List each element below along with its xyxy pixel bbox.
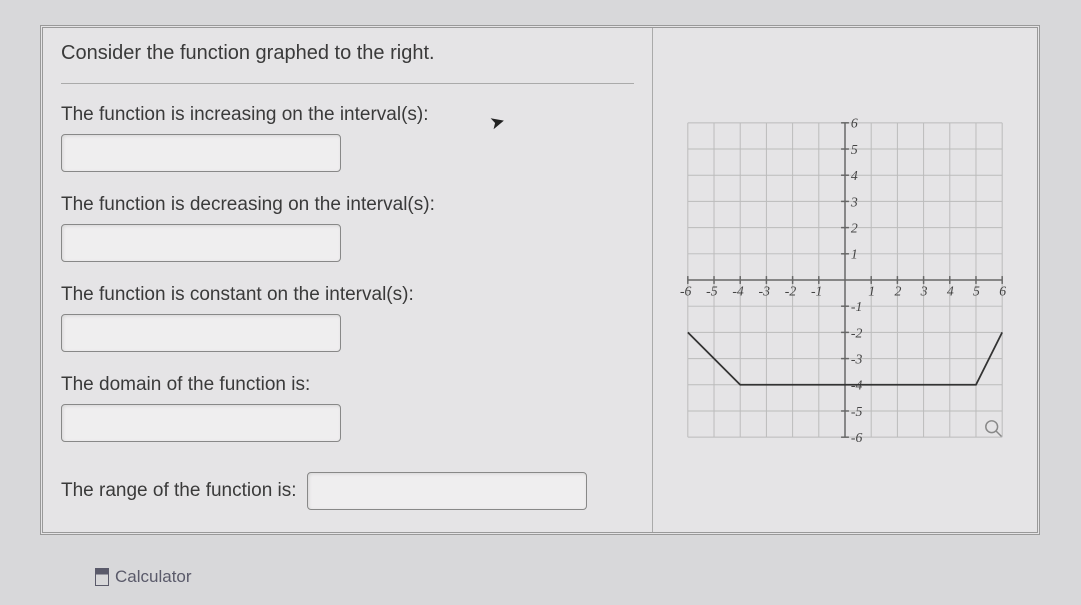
input-constant[interactable]	[61, 314, 341, 352]
label-domain: The domain of the function is:	[61, 374, 634, 396]
label-increasing: The function is increasing on the interv…	[61, 104, 634, 126]
label-constant: The function is constant on the interval…	[61, 284, 634, 306]
svg-text:4: 4	[851, 168, 858, 183]
svg-text:-3: -3	[759, 284, 771, 299]
input-increasing[interactable]	[61, 134, 341, 172]
svg-text:5: 5	[851, 142, 858, 157]
svg-text:2: 2	[851, 221, 858, 236]
svg-text:4: 4	[947, 284, 954, 299]
input-range[interactable]	[307, 472, 587, 510]
svg-text:5: 5	[973, 284, 980, 299]
prompt-text: Consider the function graphed to the rig…	[61, 42, 634, 84]
svg-text:2: 2	[894, 284, 901, 299]
question-domain: The domain of the function is:	[61, 374, 634, 442]
function-graph: -6-5-4-3-2-1123456-6-5-4-3-2-1123456	[678, 58, 1012, 502]
svg-text:-2: -2	[851, 325, 863, 340]
calculator-button[interactable]: Calculator	[95, 567, 192, 587]
question-constant: The function is constant on the interval…	[61, 284, 634, 352]
svg-text:-1: -1	[851, 299, 862, 314]
label-range: The range of the function is:	[61, 480, 297, 502]
input-domain[interactable]	[61, 404, 341, 442]
svg-text:-1: -1	[811, 284, 822, 299]
svg-text:1: 1	[868, 284, 875, 299]
question-range: The range of the function is:	[61, 472, 634, 510]
question-decreasing: The function is decreasing on the interv…	[61, 194, 634, 262]
svg-text:-5: -5	[851, 404, 863, 419]
question-panel: Consider the function graphed to the rig…	[43, 28, 653, 532]
graph-panel: -6-5-4-3-2-1123456-6-5-4-3-2-1123456	[653, 28, 1037, 532]
problem-panel: Consider the function graphed to the rig…	[40, 25, 1040, 535]
svg-text:-3: -3	[851, 352, 863, 367]
question-increasing: The function is increasing on the interv…	[61, 104, 634, 172]
svg-text:1: 1	[851, 247, 858, 262]
label-decreasing: The function is decreasing on the interv…	[61, 194, 634, 216]
svg-text:-4: -4	[732, 284, 744, 299]
calculator-label: Calculator	[115, 567, 192, 587]
svg-text:-2: -2	[785, 284, 797, 299]
svg-text:3: 3	[920, 284, 928, 299]
svg-text:-6: -6	[851, 430, 863, 445]
svg-text:6: 6	[851, 116, 858, 131]
svg-text:-5: -5	[706, 284, 718, 299]
svg-text:-6: -6	[680, 284, 692, 299]
svg-text:6: 6	[999, 284, 1006, 299]
input-decreasing[interactable]	[61, 224, 341, 262]
svg-text:3: 3	[850, 194, 858, 209]
calculator-icon	[95, 568, 109, 586]
